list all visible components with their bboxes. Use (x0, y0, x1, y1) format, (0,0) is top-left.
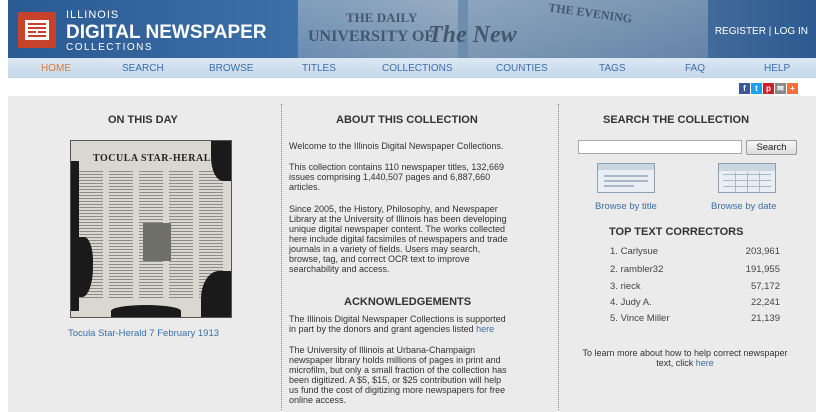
about-history: Since 2005, the History, Philosophy, and… (289, 204, 508, 274)
main-nav: HOME SEARCH BROWSE TITLES COLLECTIONS CO… (8, 58, 816, 78)
browse-title-icon[interactable] (597, 163, 655, 193)
site-header: THE DAILY UNIVERSITY OF The New THE EVEN… (8, 0, 816, 58)
corrector-row: 3. rieck 57,172 (610, 281, 780, 292)
search-button[interactable]: Search (746, 140, 797, 155)
nav-search[interactable]: SEARCH (122, 63, 164, 74)
column-divider (558, 104, 559, 410)
corrector-score: 191,955 (745, 264, 780, 275)
brand-title[interactable]: DIGITAL NEWSPAPER (66, 22, 267, 44)
correctors-title: TOP TEXT CORRECTORS (609, 226, 744, 238)
corrector-score: 22,241 (750, 297, 780, 308)
browse-by-date-link[interactable]: Browse by date (711, 201, 776, 212)
about-stats: This collection contains 110 newspaper t… (289, 162, 504, 192)
nav-browse[interactable]: BROWSE (209, 63, 253, 74)
acknowledgements-title: ACKNOWLEDGEMENTS (344, 296, 472, 308)
corrector-name: Vince Miller (620, 313, 670, 324)
corrector-row: 1. Carlysue 203,961 (610, 246, 780, 257)
corrector-score: 57,172 (750, 281, 780, 292)
nav-titles[interactable]: TITLES (302, 63, 336, 74)
newspaper-logo-icon[interactable] (18, 12, 56, 48)
twitter-icon[interactable]: t (751, 83, 762, 94)
on-this-day-caption-link[interactable]: Tocula Star-Herald 7 February 1913 (68, 328, 219, 339)
nav-counties[interactable]: COUNTIES (496, 63, 548, 74)
brand-state: ILLINOIS (66, 9, 120, 21)
corrector-name: rieck (620, 281, 641, 292)
banner-text: The New (428, 22, 517, 48)
nav-collections[interactable]: COLLECTIONS (382, 63, 453, 74)
facebook-icon[interactable]: f (739, 83, 750, 94)
corrector-row: 4. Judy A. 22,241 (610, 297, 780, 308)
about-welcome: Welcome to the Illinois Digital Newspape… (289, 141, 504, 151)
corrector-name: Judy A. (620, 297, 652, 308)
social-share-bar: f t p ✉ + (738, 83, 798, 94)
column-divider (281, 104, 282, 410)
corrector-score: 21,139 (750, 313, 780, 324)
acknowledgements-contribution: The University of Illinois at Urbana-Cha… (289, 345, 507, 405)
newspaper-thumbnail[interactable]: TOCULA STAR-HERALD (70, 140, 232, 318)
email-icon[interactable]: ✉ (775, 83, 786, 94)
nav-home[interactable]: HOME (41, 63, 71, 74)
nav-faq[interactable]: FAQ (685, 63, 705, 74)
corrector-name: Carlysue (620, 246, 659, 257)
newspaper-photo (143, 223, 171, 261)
register-login-link[interactable]: REGISTER | LOG IN (715, 26, 808, 37)
correctors-help-text: To learn more about how to help correct … (582, 348, 788, 368)
on-this-day-title: ON THIS DAY (108, 114, 178, 126)
banner-text: THE DAILY (346, 10, 418, 25)
about-title: ABOUT THIS COLLECTION (336, 114, 478, 126)
corrector-row: 2. rambler32 191,955 (610, 264, 780, 275)
corrector-row: 5. Vince Miller 21,139 (610, 313, 780, 324)
nav-tags[interactable]: TAGS (599, 63, 625, 74)
calendar-icon[interactable] (718, 163, 776, 193)
nav-help[interactable]: HELP (764, 63, 790, 74)
corrector-name: rambler32 (620, 264, 664, 275)
banner-text: UNIVERSITY OF (308, 28, 435, 45)
acknowledgements-donors: The Illinois Digital Newspaper Collectio… (289, 314, 506, 334)
search-title: SEARCH THE COLLECTION (603, 114, 750, 126)
browse-by-title-link[interactable]: Browse by title (595, 201, 657, 212)
newspaper-masthead: TOCULA STAR-HERALD (93, 153, 219, 164)
pinterest-icon[interactable]: p (763, 83, 774, 94)
corrector-score: 203,961 (745, 246, 780, 257)
correct-help-here-link[interactable]: here (696, 358, 714, 368)
brand-subtitle: COLLECTIONS (66, 42, 154, 53)
search-input[interactable] (578, 140, 742, 154)
donors-here-link[interactable]: here (476, 324, 494, 334)
share-more-icon[interactable]: + (787, 83, 798, 94)
